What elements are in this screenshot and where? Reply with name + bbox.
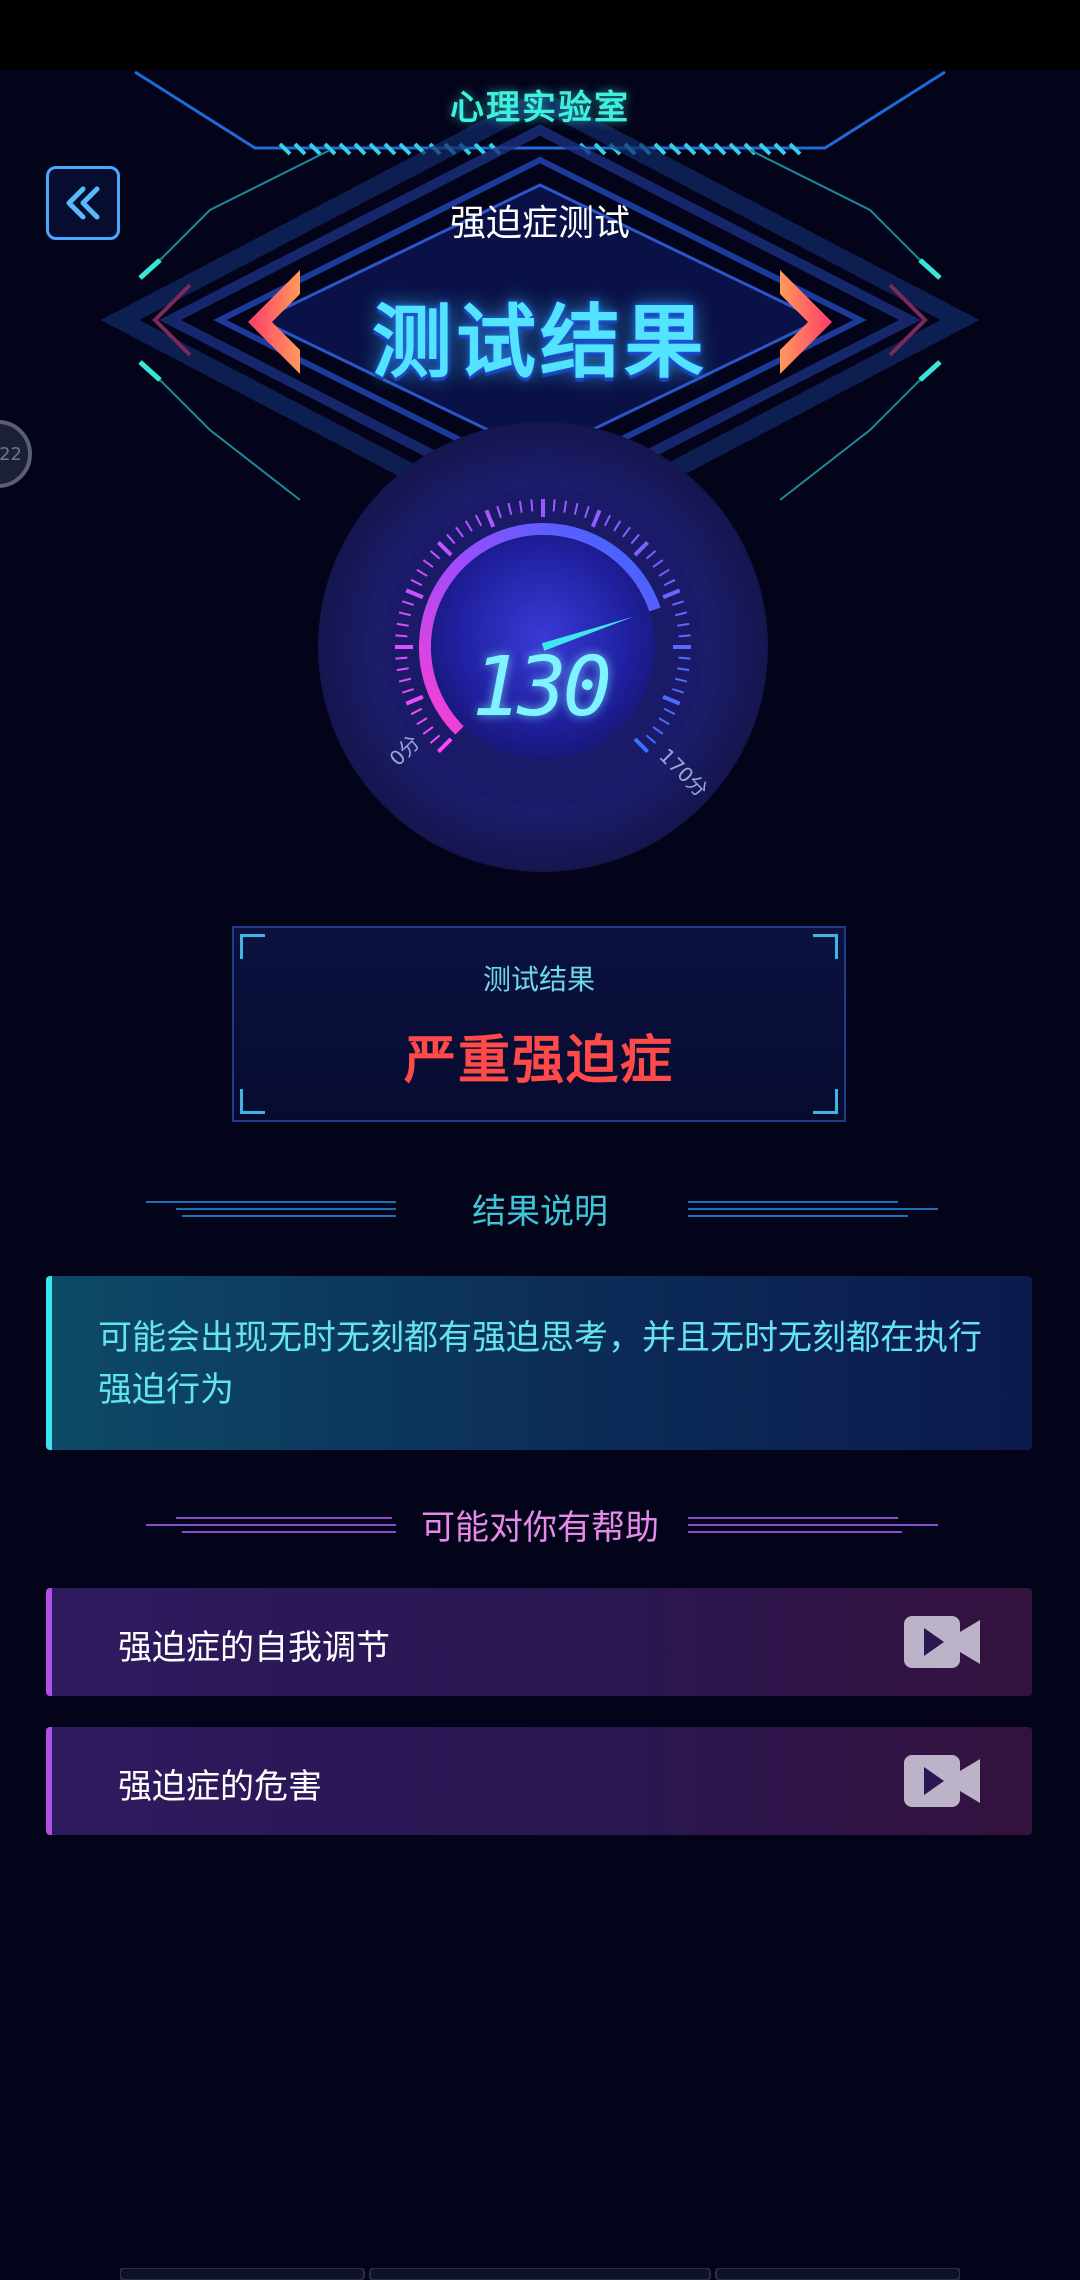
result-box: 测试结果 严重强迫症 — [232, 926, 846, 1122]
test-name: 强迫症测试 — [449, 203, 630, 244]
gauge-tick — [678, 634, 691, 638]
gauge-tick — [530, 499, 534, 512]
help-item-label: 强迫症的危害 — [118, 1767, 322, 1807]
back-button[interactable] — [46, 166, 120, 240]
explanation-section-header: 结果说明 — [0, 1184, 1080, 1234]
bottom-tab-edges — [120, 2268, 960, 2280]
video-camera-icon — [904, 1755, 980, 1807]
video-camera-icon — [904, 1616, 980, 1668]
divider-lines-right — [688, 1201, 938, 1217]
help-section-header: 可能对你有帮助 — [0, 1500, 1080, 1550]
gauge-tick — [678, 656, 691, 660]
help-item-harms[interactable]: 强迫症的危害 — [46, 1727, 1032, 1835]
gauge-tick — [552, 499, 556, 512]
corner-decoration — [240, 934, 265, 959]
result-box-label: 测试结果 — [482, 963, 595, 996]
explanation-card: 可能会出现无时无刻都有强迫思考，并且无时无刻都在执行强迫行为 — [46, 1276, 1032, 1450]
divider-lines-right — [688, 1517, 938, 1533]
result-heading: 测试结果 — [372, 296, 708, 389]
gauge-tick — [395, 656, 408, 660]
lab-title: 心理实验室 — [450, 88, 630, 128]
gauge-tick — [395, 634, 408, 638]
result-box-value: 严重强迫症 — [403, 1031, 674, 1091]
double-chevron-left-icon — [66, 186, 100, 220]
corner-decoration — [813, 934, 838, 959]
help-item-self-adjustment[interactable]: 强迫症的自我调节 — [46, 1588, 1032, 1696]
explanation-text: 可能会出现无时无刻都有强迫思考，并且无时无刻都在执行强迫行为 — [98, 1318, 982, 1410]
help-item-label: 强迫症的自我调节 — [118, 1628, 390, 1668]
gauge-score-value: 130 — [471, 640, 612, 735]
